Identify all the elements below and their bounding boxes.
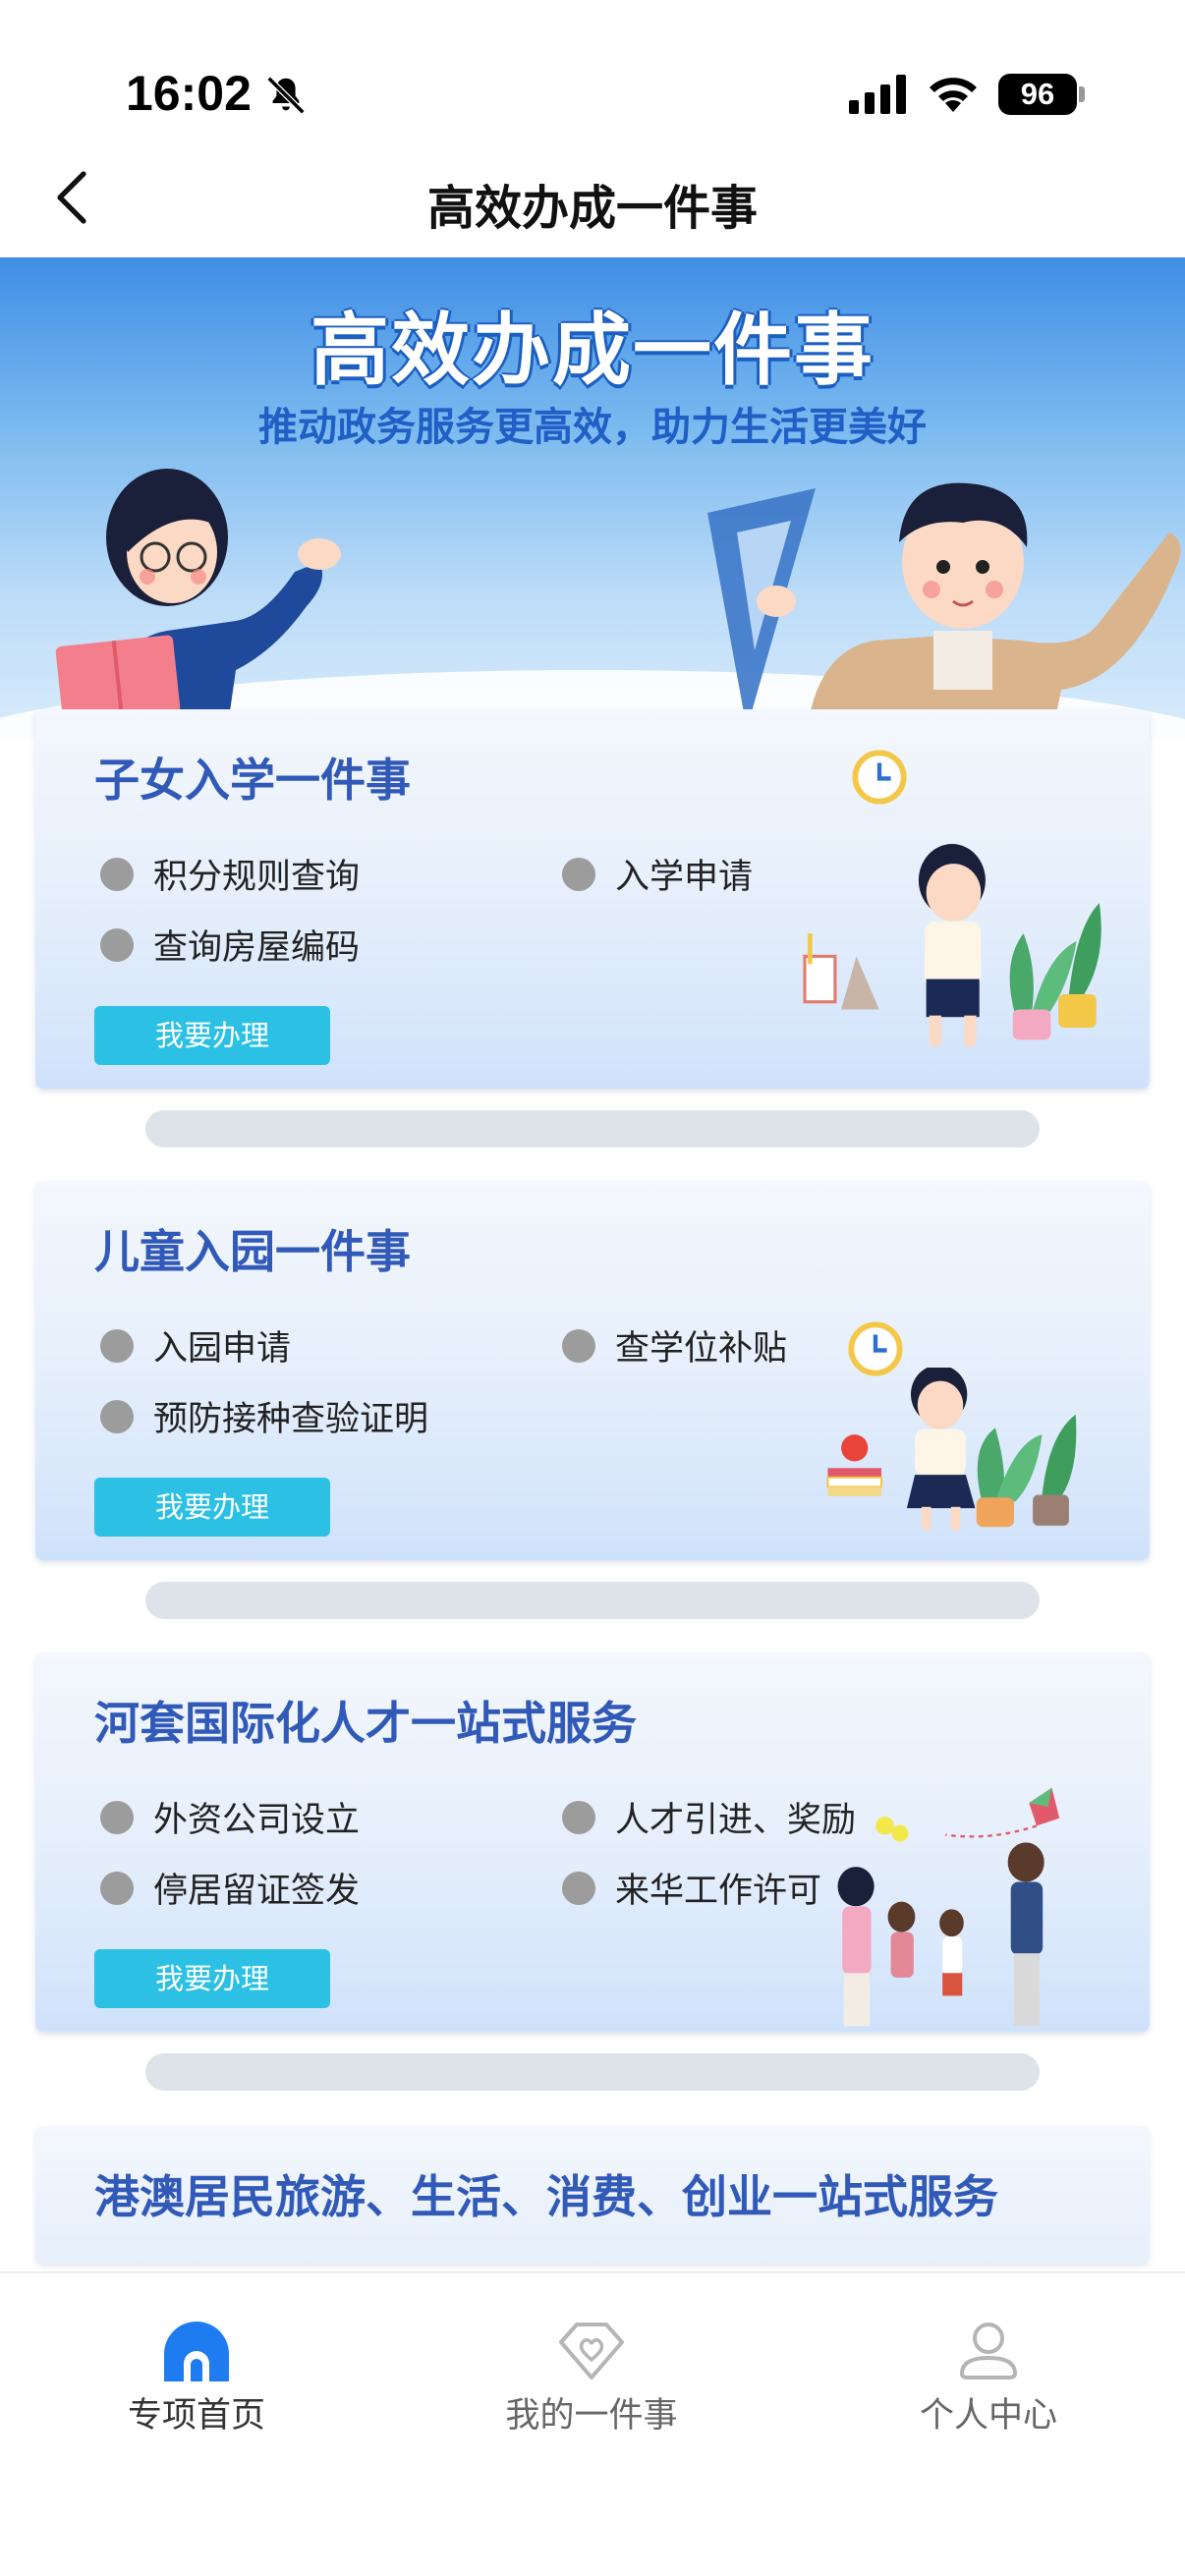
service-item[interactable]: 外资公司设立: [100, 1792, 360, 1842]
apply-button[interactable]: 我要办理: [94, 1006, 330, 1065]
banner-title: 高效办成一件事: [310, 305, 875, 396]
service-item-label: 入园申请: [153, 1329, 292, 1369]
service-item-label: 预防接种查验证明: [153, 1400, 429, 1439]
service-item[interactable]: 积分规则查询: [100, 849, 360, 899]
family-kite-illustration: [837, 1787, 1060, 2027]
cellular-signal-icon: [849, 75, 906, 114]
bullet-icon: [100, 1800, 134, 1834]
tab-label: 个人中心: [919, 2396, 1057, 2436]
bullet-icon: [100, 857, 134, 891]
status-time: 16:02: [126, 66, 252, 121]
tab-home[interactable]: 专项首页: [69, 2319, 324, 2446]
diamond-heart-icon: [559, 2323, 624, 2380]
wifi-icon: [930, 78, 977, 112]
card-title: 河套国际化人才一站式服务: [94, 1697, 637, 1750]
user-icon: [959, 2323, 1018, 2380]
apply-button[interactable]: 我要办理: [94, 1949, 330, 2008]
service-card-kindergarten: 儿童入园一件事 入园申请 查学位补贴 预防接种查验证明 我要办理: [35, 1181, 1150, 1619]
teacher-girl-illustration: [55, 469, 341, 739]
card-title: 子女入学一件事: [94, 754, 411, 807]
clock-icon: [852, 750, 907, 805]
bullet-icon: [100, 927, 134, 962]
nav-bar: 高效办成一件事: [0, 147, 1185, 257]
student-girl-illustration: [826, 1368, 1077, 1530]
card-title: 港澳居民旅游、生活、消费、创业一站式服务: [94, 2170, 998, 2223]
service-item[interactable]: 查学位补贴: [562, 1320, 787, 1371]
service-item[interactable]: 预防接种查验证明: [100, 1391, 428, 1441]
tab-label: 我的一件事: [505, 2396, 678, 2436]
service-item[interactable]: 入学申请: [562, 849, 753, 899]
battery-tip: [1079, 86, 1085, 102]
service-item[interactable]: 停居留证签发: [100, 1863, 360, 1913]
status-bar: 16:02 96: [0, 0, 1185, 147]
service-item-label: 外资公司设立: [153, 1801, 361, 1840]
service-item-label: 查学位补贴: [615, 1329, 788, 1369]
service-card-school-enrollment: 子女入学一件事 积分规则查询 入学申请 查询房屋编码 我要办理: [35, 709, 1150, 1148]
hero-banner: 高效办成一件事 推动政务服务更高效，助力生活更美好: [0, 257, 1185, 739]
bullet-icon: [562, 1800, 595, 1834]
bottom-tab-bar: 专项首页 我的一件事 个人中心: [0, 2271, 1185, 2576]
page-title: 高效办成一件事: [426, 181, 758, 236]
bell-off-icon: [266, 76, 306, 115]
tab-my-matters[interactable]: 我的一件事: [464, 2319, 719, 2446]
service-item-label: 查询房屋编码: [153, 928, 361, 968]
tab-label: 专项首页: [127, 2396, 265, 2436]
service-item[interactable]: 入园申请: [100, 1320, 291, 1371]
bullet-icon: [100, 1328, 134, 1363]
bullet-icon: [562, 857, 595, 891]
student-boy-illustration: [803, 844, 1101, 1046]
service-item-label: 入学申请: [615, 858, 754, 897]
battery-indicator: 96: [998, 74, 1077, 115]
service-card-hk-macau[interactable]: 港澳居民旅游、生活、消费、创业一站式服务: [35, 2126, 1150, 2264]
teacher-boy-illustration: [707, 482, 1181, 739]
apply-button[interactable]: 我要办理: [94, 1478, 330, 1537]
service-card-talent: 河套国际化人才一站式服务 外资公司设立 人才引进、奖励 停居留证签发 来华工作许…: [35, 1652, 1150, 2091]
home-icon: [164, 2322, 229, 2381]
service-item[interactable]: 查询房屋编码: [100, 920, 360, 970]
bullet-icon: [562, 1871, 595, 1905]
service-item-label: 停居留证签发: [153, 1872, 361, 1911]
bullet-icon: [100, 1871, 134, 1905]
card-title: 儿童入园一件事: [94, 1225, 411, 1278]
service-item-label: 积分规则查询: [153, 858, 361, 897]
bullet-icon: [100, 1399, 134, 1433]
tab-profile[interactable]: 个人中心: [861, 2319, 1116, 2446]
bullet-icon: [562, 1328, 595, 1363]
